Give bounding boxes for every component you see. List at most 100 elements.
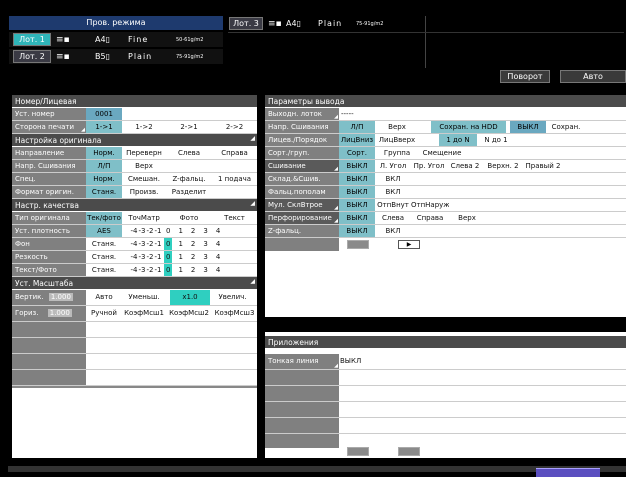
- binding-dir-out-opt-1[interactable]: Л/П: [339, 121, 375, 133]
- save-hdd-label: Сохран. на HDD: [431, 121, 506, 133]
- scroll-left-button[interactable]: ◀: [347, 240, 369, 249]
- tray-3-weight: 75-91g/m2: [356, 21, 384, 27]
- vertical-opt-reduce[interactable]: Уменьш.: [122, 290, 166, 305]
- multi-fold-off[interactable]: ВЫКЛ: [339, 199, 375, 211]
- tray-1-button[interactable]: Лот. 1: [13, 33, 51, 46]
- tray-1-row[interactable]: Лот. 1 ≡▪ A4▯ Fine 50-61g/m2: [9, 32, 223, 47]
- multi-fold-in[interactable]: ОтпВнут: [375, 199, 411, 211]
- vertical-opt-auto[interactable]: Авто: [86, 290, 122, 305]
- horizontal-value[interactable]: 1.000: [47, 309, 72, 317]
- binding-dir-out-opt-2[interactable]: Верх: [375, 121, 419, 133]
- vertical-value[interactable]: 1.000: [48, 293, 73, 301]
- direction-opt-3[interactable]: Слева: [166, 147, 212, 159]
- row-special: Спец. Норм. Смешан. Z-фальц. 1 подача: [12, 173, 257, 186]
- text-photo-standard[interactable]: Станя.: [86, 264, 122, 276]
- face-order-opt-2[interactable]: ЛицВверх: [375, 134, 419, 146]
- vertical-opt-x1[interactable]: x1.0: [170, 290, 210, 305]
- set-number-value[interactable]: 0001: [86, 108, 122, 120]
- stapling-opt-2[interactable]: Л. Угол: [375, 160, 411, 172]
- special-opt-1[interactable]: Норм.: [86, 173, 122, 185]
- row-density: Уст. плотность AES -4-3-2-1 0 1 2 3 4: [12, 225, 257, 238]
- orig-format-opt-1[interactable]: Станя.: [86, 186, 122, 198]
- stapling-opt-1[interactable]: ВЫКЛ: [339, 160, 375, 172]
- row-sharpness: Резкость Станя. -4-3-2-1 0 1 2 3 4: [12, 251, 257, 264]
- empty-label: [265, 418, 339, 433]
- punch-left[interactable]: Слева: [375, 212, 411, 224]
- save-hdd-on[interactable]: Сохран.: [546, 121, 586, 133]
- binding-dir-out-label: Напр. Сшивания: [265, 121, 339, 133]
- punch-off[interactable]: ВЫКЛ: [339, 212, 375, 224]
- tray-3-button[interactable]: Лот. 3: [229, 17, 263, 30]
- vertical-opt-enlarge[interactable]: Увелич.: [210, 290, 255, 305]
- print-side-opt-3[interactable]: 2->1: [166, 121, 212, 133]
- special-opt-3[interactable]: Z-фальц.: [166, 173, 212, 185]
- sort-group-opt-2[interactable]: Группа: [375, 147, 419, 159]
- tray-1-type: Fine: [128, 35, 149, 44]
- one-to-n[interactable]: 1 до N: [439, 134, 477, 146]
- auto-button[interactable]: Авто: [560, 70, 626, 83]
- half-fold-on[interactable]: ВКЛ: [375, 186, 411, 198]
- stapling-opt-5[interactable]: Верхн. 2: [483, 160, 523, 172]
- special-opt-2[interactable]: Смешан.: [122, 173, 166, 185]
- z-fold-on[interactable]: ВКЛ: [375, 225, 411, 237]
- density-aes[interactable]: AES: [86, 225, 122, 237]
- punch-right[interactable]: Справа: [411, 212, 449, 224]
- paper-icon: ▯: [296, 19, 301, 28]
- rotate-button[interactable]: Поворот: [500, 70, 550, 83]
- apps-scroll-left-button[interactable]: ◀: [347, 447, 369, 456]
- horizontal-opt-ratio1[interactable]: КоэфМсш1: [122, 306, 166, 321]
- paper-icon: ▯: [105, 35, 110, 44]
- row-print-side: Сторона печати ◢ 1->1 1->2 2->1 2->2: [12, 121, 257, 134]
- background-standard[interactable]: Станя.: [86, 238, 122, 250]
- row-face-order: Лицев./Порядок ЛицВниз ЛицВверх 1 до N N…: [265, 134, 626, 147]
- empty-label: [12, 354, 86, 369]
- print-side-opt-2[interactable]: 1->2: [122, 121, 166, 133]
- punch-top[interactable]: Верх: [449, 212, 485, 224]
- binding-dir-opt-1[interactable]: Л/П: [86, 160, 122, 172]
- half-fold-off[interactable]: ВЫКЛ: [339, 186, 375, 198]
- sharpness-standard[interactable]: Станя.: [86, 251, 122, 263]
- orig-format-opt-2[interactable]: Произв.: [122, 186, 166, 198]
- multi-fold-out[interactable]: ОтпНаруж: [411, 199, 449, 211]
- sort-group-label: Сорт./груп.: [265, 147, 339, 159]
- thin-line-value[interactable]: ВЫКЛ: [339, 354, 369, 369]
- sort-group-opt-3[interactable]: Смещение: [419, 147, 465, 159]
- stapling-opt-3[interactable]: Пр. Угол: [411, 160, 447, 172]
- density-scale[interactable]: -4-3-2-1 0 1 2 3 4: [122, 225, 257, 237]
- face-order-opt-1[interactable]: ЛицВниз: [339, 134, 375, 146]
- background-scale[interactable]: -4-3-2-1 0 1 2 3 4: [122, 238, 257, 250]
- right-panel: Параметры вывода Выходн. лоток ◢ ----- На…: [265, 95, 626, 317]
- direction-opt-4[interactable]: Справа: [212, 147, 257, 159]
- apps-scroll-right-button[interactable]: ▶: [398, 447, 420, 456]
- orig-type-opt-4[interactable]: Текст: [212, 212, 257, 224]
- fold-staple-on[interactable]: ВКЛ: [375, 173, 411, 185]
- stapling-opt-4[interactable]: Слева 2: [447, 160, 483, 172]
- tray-2-button[interactable]: Лот. 2: [13, 50, 51, 63]
- special-opt-4[interactable]: 1 подача: [212, 173, 257, 185]
- tray-3-size: A4▯: [286, 19, 301, 28]
- direction-opt-2[interactable]: Переверн: [122, 147, 166, 159]
- tray-2-row[interactable]: Лот. 2 ≡▪ B5▯ Plain 75-91g/m2: [9, 49, 223, 64]
- orig-format-opt-3[interactable]: Разделит: [166, 186, 212, 198]
- n-to-one[interactable]: N до 1: [477, 134, 515, 146]
- direction-opt-1[interactable]: Норм.: [86, 147, 122, 159]
- horizontal-opt-ratio2[interactable]: КоэфМсш2: [166, 306, 212, 321]
- binding-dir-opt-2[interactable]: Верх: [122, 160, 166, 172]
- fold-staple-off[interactable]: ВЫКЛ: [339, 173, 375, 185]
- orig-type-opt-3[interactable]: Фото: [166, 212, 212, 224]
- orig-type-opt-1[interactable]: Тек/фото: [86, 212, 122, 224]
- scroll-right-button[interactable]: ▶: [398, 240, 420, 249]
- empty-row: [265, 434, 626, 448]
- horizontal-opt-ratio3[interactable]: КоэфМсш3: [212, 306, 257, 321]
- text-photo-scale[interactable]: -4-3-2-1 0 1 2 3 4: [122, 264, 257, 276]
- z-fold-off[interactable]: ВЫКЛ: [339, 225, 375, 237]
- save-hdd-off[interactable]: ВЫКЛ: [510, 121, 546, 133]
- sharpness-scale[interactable]: -4-3-2-1 0 1 2 3 4: [122, 251, 257, 263]
- print-side-opt-1[interactable]: 1->1: [86, 121, 122, 133]
- bottom-action-button[interactable]: [536, 468, 600, 477]
- orig-type-opt-2[interactable]: ТочМатр: [122, 212, 166, 224]
- empty-row: [265, 402, 626, 418]
- sort-group-opt-1[interactable]: Сорт.: [339, 147, 375, 159]
- horizontal-opt-manual[interactable]: Ручной: [86, 306, 122, 321]
- stapling-opt-6[interactable]: Правый 2: [523, 160, 563, 172]
